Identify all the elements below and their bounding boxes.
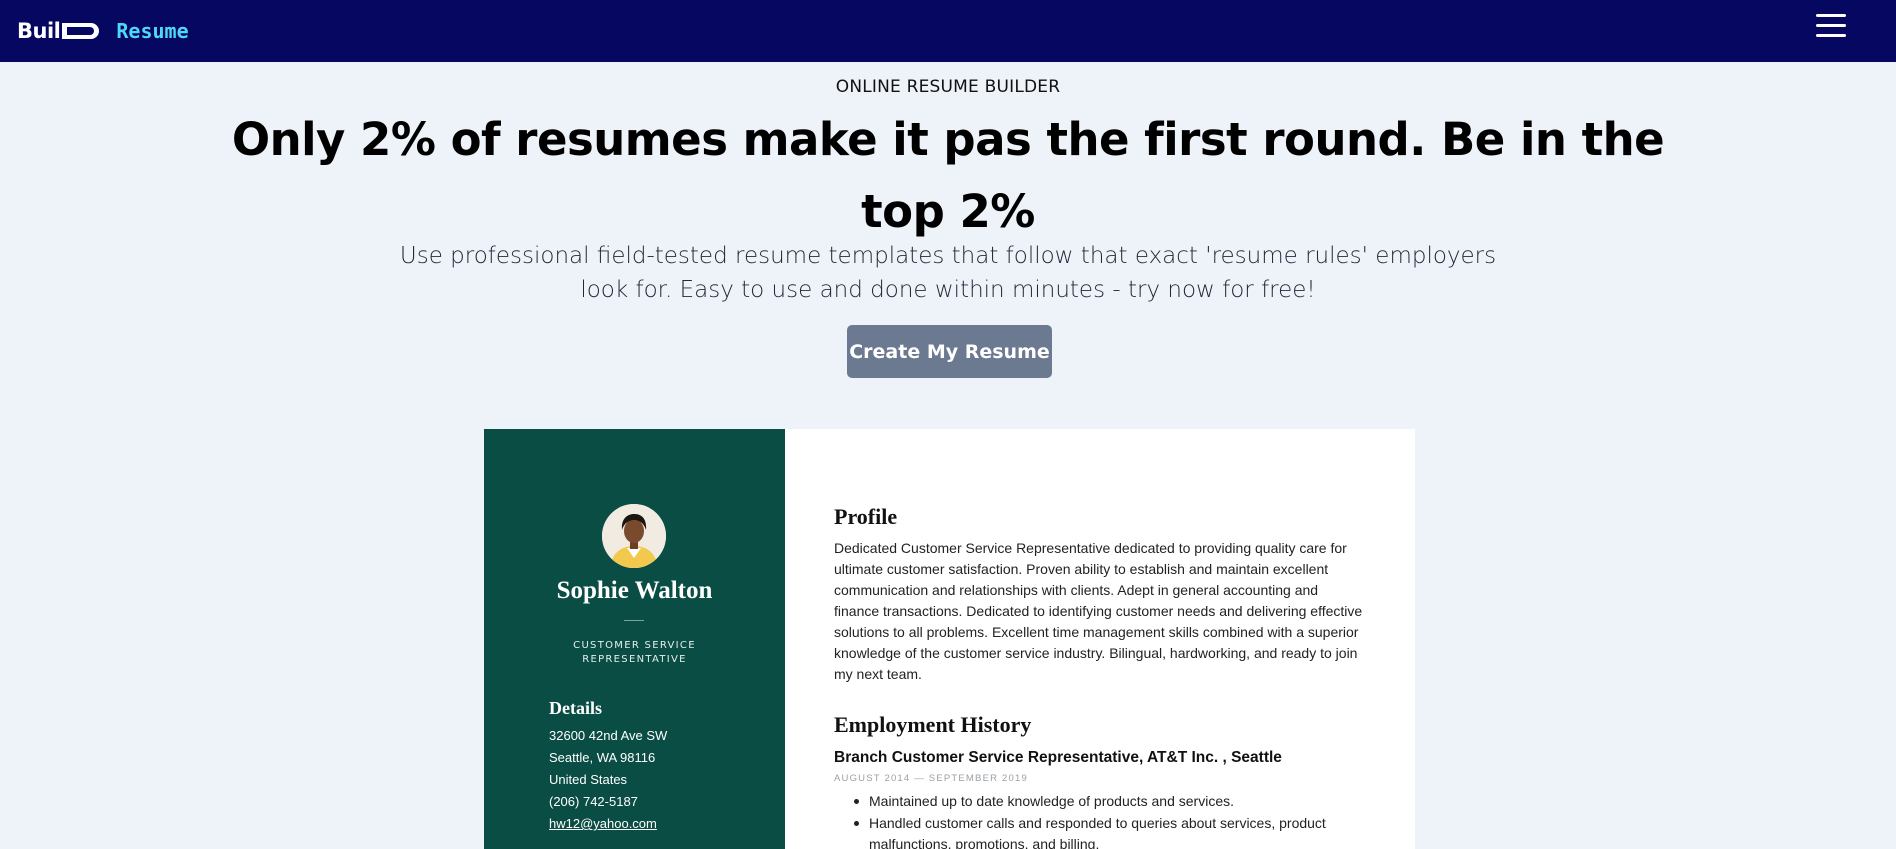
email-link[interactable]: hw12@yahoo.com	[549, 813, 667, 835]
logo-d-shape-icon	[61, 22, 103, 40]
hero-eyebrow: ONLINE RESUME BUILDER	[835, 77, 1061, 97]
job-bullets: Maintained up to date knowledge of produ…	[834, 791, 1354, 849]
list-item: Handled customer calls and responded to …	[834, 813, 1354, 849]
resume-job-title: CUSTOMER SERVICE REPRESENTATIVE	[573, 640, 696, 665]
phone: (206) 742-5187	[549, 794, 638, 809]
job-title: Branch Customer Service Representative, …	[834, 749, 1282, 766]
resume-preview: Sophie Walton CUSTOMER SERVICE REPRESENT…	[484, 429, 1415, 849]
address-line-2: Seattle, WA 98116	[549, 750, 656, 765]
create-resume-button[interactable]: Create My Resume	[847, 325, 1052, 378]
logo-resume-text: Resume	[116, 19, 189, 43]
details-heading: Details	[549, 698, 602, 718]
profile-text: Dedicated Customer Service Representativ…	[834, 540, 1363, 682]
details-list: 32600 42nd Ave SW Seattle, WA 98116 Unit…	[549, 725, 667, 835]
site-logo[interactable]: Buil Resume	[17, 16, 189, 46]
hamburger-menu-icon[interactable]	[1816, 14, 1846, 38]
address-line-1: 32600 42nd Ave SW	[549, 728, 668, 743]
employment-heading: Employment History	[834, 712, 1032, 737]
job-dates: AUGUST 2014 — SEPTEMBER 2019	[834, 773, 1028, 784]
name-divider	[624, 620, 644, 621]
profile-heading: Profile	[834, 504, 898, 529]
country: United States	[549, 772, 628, 787]
hero-subtext: Use professional field-tested resume tem…	[399, 243, 1497, 303]
hero-headline: Only 2% of resumes make it pas the first…	[231, 113, 1665, 238]
resume-name: Sophie Walton	[556, 577, 713, 604]
avatar	[602, 504, 666, 568]
logo-wordmark: Buil	[17, 19, 61, 43]
top-navbar: Buil Resume	[0, 0, 1896, 62]
resume-sidebar: Sophie Walton CUSTOMER SERVICE REPRESENT…	[484, 429, 785, 849]
list-item: Maintained up to date knowledge of produ…	[834, 791, 1354, 813]
